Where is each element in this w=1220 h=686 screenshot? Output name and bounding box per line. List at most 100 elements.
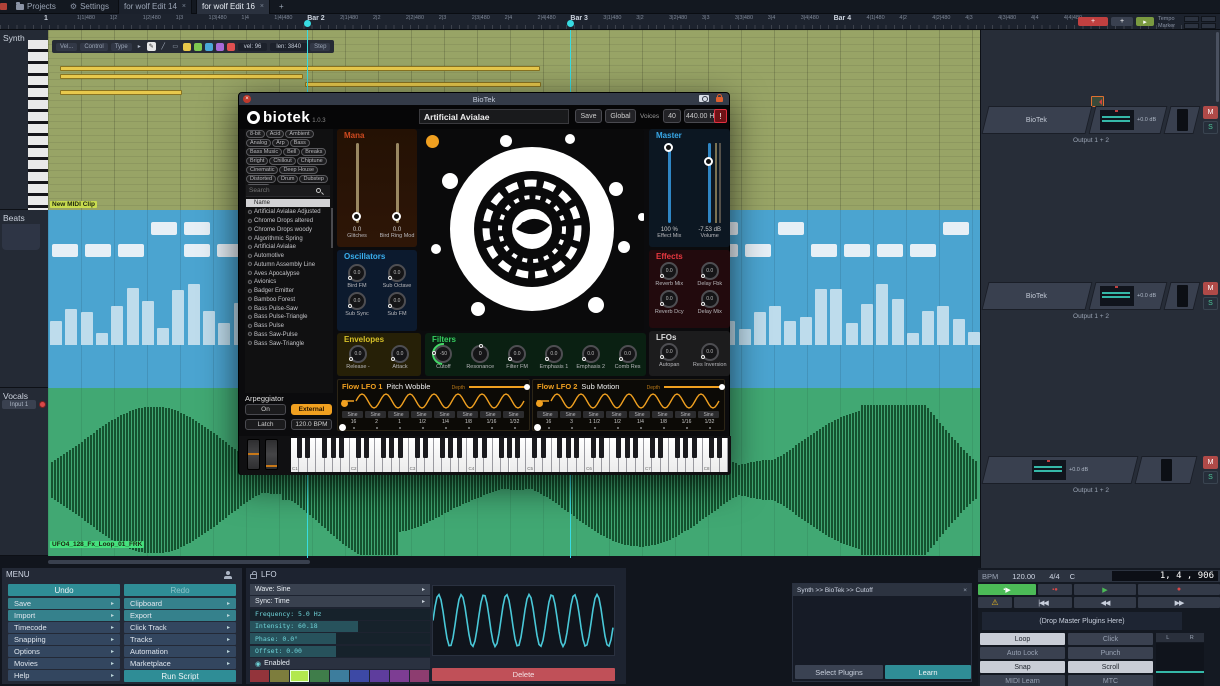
- color-swatch[interactable]: [350, 670, 369, 682]
- toggle-loop[interactable]: Loop: [980, 633, 1065, 645]
- black-key[interactable]: [675, 438, 680, 458]
- black-key[interactable]: [499, 438, 504, 458]
- rate-handle[interactable]: [534, 424, 541, 431]
- tag-bell[interactable]: Bell: [283, 148, 300, 156]
- fader-handle[interactable]: [1177, 285, 1188, 307]
- pencil-tool-icon[interactable]: ✎: [147, 42, 156, 51]
- slider-effect-mix[interactable]: 100 %Effect Mix: [649, 143, 689, 239]
- depth-slider[interactable]: [664, 386, 722, 388]
- black-key[interactable]: [423, 438, 428, 458]
- shape-button-sine[interactable]: Sine: [388, 411, 409, 418]
- knob-comb-res[interactable]: 0.0: [619, 345, 637, 363]
- menu-item-tracks[interactable]: Tracks▸: [124, 634, 236, 645]
- black-key[interactable]: [507, 438, 512, 458]
- black-key[interactable]: [616, 438, 621, 458]
- fast-forward-button[interactable]: ▶▶: [1138, 597, 1220, 608]
- rewind-button[interactable]: ◀◀: [1074, 597, 1136, 608]
- biotek-plugin-slot[interactable]: BioTek: [982, 282, 1093, 310]
- position-display[interactable]: 1, 4 , 906: [1112, 571, 1218, 581]
- master-plugins-dropzone[interactable]: (Drop Master Plugins Here): [982, 612, 1182, 630]
- black-key[interactable]: [448, 438, 453, 458]
- black-key[interactable]: [389, 438, 394, 458]
- solo-button[interactable]: S: [1203, 471, 1218, 484]
- select-tool-icon[interactable]: ▸: [135, 42, 144, 51]
- fader-slot[interactable]: [1164, 106, 1201, 134]
- knob-sub-octave[interactable]: 0.0: [388, 264, 406, 282]
- tag-ambient[interactable]: Ambient: [285, 130, 313, 138]
- preset-item-bass-saw-triangle[interactable]: ⚙Bass Saw-Triangle: [246, 339, 330, 348]
- step-block[interactable]: [877, 244, 903, 257]
- slider-glitches[interactable]: 0.0Glitches: [337, 143, 377, 239]
- rate-tick[interactable]: 1 1/2: [583, 419, 606, 425]
- menu-item-snapping[interactable]: Snapping▸: [8, 634, 120, 645]
- color-swatch-green[interactable]: [194, 43, 202, 51]
- toggle-punch[interactable]: Punch: [1068, 647, 1153, 659]
- preset-item-aves-apocalypse[interactable]: ⚙Aves Apocalypse: [246, 269, 330, 278]
- rate-tick[interactable]: 16: [342, 419, 365, 425]
- rate-tick[interactable]: 1/2: [606, 419, 629, 425]
- line-tool-icon[interactable]: ╱: [159, 42, 168, 51]
- preset-item-artificial-avialae[interactable]: ⚙Artificial Avialae: [246, 243, 330, 252]
- horizontal-scrollbar[interactable]: [0, 556, 980, 568]
- tag-cinematic[interactable]: Cinematic: [246, 166, 278, 174]
- mute-button[interactable]: M: [1203, 106, 1218, 119]
- record-arm-icon[interactable]: [39, 401, 46, 408]
- close-tab-icon[interactable]: ×: [182, 3, 186, 10]
- delete-button[interactable]: Delete: [432, 668, 615, 681]
- menu-item-import[interactable]: Import▸: [8, 610, 120, 621]
- search-input[interactable]: [246, 187, 316, 194]
- beats-track-header[interactable]: Beats: [0, 210, 48, 388]
- shape-button-sine[interactable]: Sine: [342, 411, 363, 418]
- mute-button[interactable]: M: [1203, 456, 1218, 469]
- knob-cutoff[interactable]: -50: [434, 345, 452, 363]
- midi-note[interactable]: [60, 74, 303, 79]
- rate-tick[interactable]: 1/8: [457, 419, 480, 425]
- arp-latch-button[interactable]: Latch: [245, 419, 286, 430]
- slider-handle[interactable]: [392, 212, 401, 221]
- tag-bright[interactable]: Bright: [246, 157, 268, 165]
- learn-button[interactable]: Learn: [885, 665, 971, 679]
- control-menu-button[interactable]: Control: [80, 43, 107, 51]
- rate-tick[interactable]: 1/8: [652, 419, 675, 425]
- rate-tick[interactable]: 1/32: [698, 419, 721, 425]
- lfo-row-intensity[interactable]: Intensity: 60.18: [250, 621, 430, 632]
- user-icon[interactable]: [224, 571, 232, 579]
- black-key[interactable]: [364, 438, 369, 458]
- marker-bar3-icon[interactable]: [567, 20, 574, 27]
- menu-item-marketplace[interactable]: Marketplace▸: [124, 658, 236, 669]
- black-key[interactable]: [557, 438, 562, 458]
- rate-handle[interactable]: [339, 424, 346, 431]
- black-key[interactable]: [683, 438, 688, 458]
- knob-sub-fm[interactable]: 0.0: [388, 292, 406, 310]
- preset-item-bass-pulse-saw[interactable]: ⚙Bass Pulse-Saw: [246, 304, 330, 313]
- rate-tick[interactable]: 1/32: [503, 419, 526, 425]
- step-block[interactable]: [745, 244, 771, 257]
- tag-arp[interactable]: Arp: [272, 139, 289, 147]
- tag-bass[interactable]: Bass: [290, 139, 310, 147]
- undo-button[interactable]: Undo: [8, 584, 120, 596]
- biotek-plugin-slot[interactable]: BioTek: [982, 106, 1093, 134]
- step-block[interactable]: [118, 244, 144, 257]
- tag-bass-music[interactable]: Bass Music: [246, 148, 282, 156]
- color-swatch[interactable]: [370, 670, 389, 682]
- app-menu-icon[interactable]: [0, 3, 7, 10]
- step-block[interactable]: [811, 244, 837, 257]
- menu-item-save[interactable]: Save▸: [8, 598, 120, 609]
- rate-tick[interactable]: 16: [537, 419, 560, 425]
- shape-button-sine[interactable]: Sine: [606, 411, 627, 418]
- menu-item-click-track[interactable]: Click Track▸: [124, 622, 236, 633]
- black-key[interactable]: [692, 438, 697, 458]
- black-key[interactable]: [297, 438, 302, 458]
- preset-item-algorithmic-spring[interactable]: ⚙Algorithmic Spring: [246, 234, 330, 243]
- black-key[interactable]: [331, 438, 336, 458]
- tempo-field-2[interactable]: [1201, 16, 1216, 22]
- color-swatch-blue[interactable]: [205, 43, 213, 51]
- piano-roll-keys[interactable]: [28, 40, 48, 210]
- fader-slot[interactable]: [1135, 456, 1198, 484]
- vocals-track-header[interactable]: Vocals Input 1: [0, 388, 48, 556]
- slider-bird-ring-mod[interactable]: 0.0Bird Ring Mod: [377, 143, 417, 239]
- level-meter-slot[interactable]: +0.0 dB: [1089, 106, 1168, 134]
- shape-button-sine[interactable]: Sine: [365, 411, 386, 418]
- midi-note[interactable]: [305, 82, 541, 87]
- color-swatch-purple[interactable]: [216, 43, 224, 51]
